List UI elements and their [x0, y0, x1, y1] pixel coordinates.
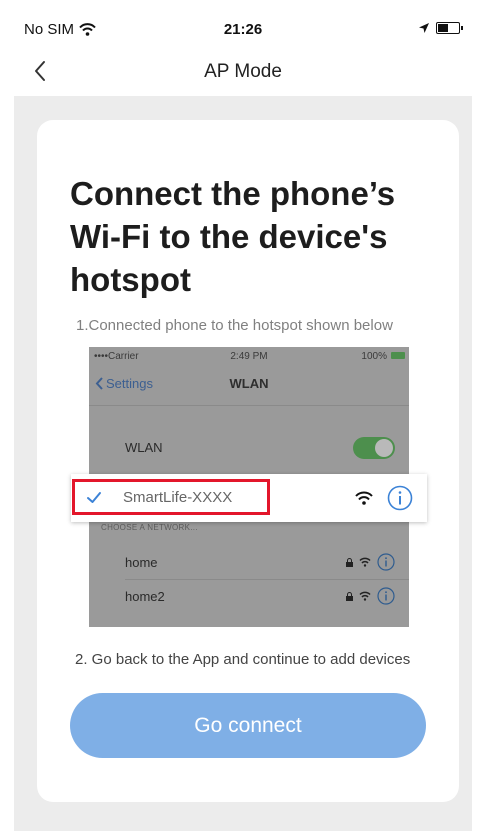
- phone-screen: No SIM 21:26 AP Mode Connect the phone’s…: [14, 12, 472, 831]
- status-bar: No SIM 21:26: [14, 12, 472, 48]
- wifi-icon: [359, 557, 371, 567]
- illustration-status-bar: ••••Carrier 2:49 PM 100%: [89, 347, 409, 365]
- battery-icon: [436, 22, 463, 34]
- divider: [89, 405, 409, 406]
- nav-bar: AP Mode: [14, 48, 472, 96]
- step2-text: 2. Go back to the App and continue to ad…: [75, 651, 411, 668]
- info-icon: [387, 485, 413, 511]
- wifi-icon: [359, 591, 371, 601]
- network-name: home2: [125, 589, 165, 604]
- divider: [125, 579, 409, 580]
- step1-text: 1.Connected phone to the hotspot shown b…: [76, 317, 393, 334]
- network-row-home: home: [89, 547, 409, 579]
- illustration-battery-text: 100%: [361, 351, 387, 362]
- illustration-wlan-row: WLAN: [89, 431, 409, 465]
- connected-network-icons: [355, 485, 413, 511]
- choose-network-header: CHOOSE A NETWORK...: [101, 523, 198, 532]
- illustration-title: WLAN: [229, 376, 269, 391]
- info-icon: [377, 553, 395, 571]
- instruction-card: Connect the phone’s Wi-Fi to the device'…: [37, 120, 459, 802]
- illustration-nav: Settings WLAN: [89, 365, 409, 405]
- phone-frame: No SIM 21:26 AP Mode Connect the phone’s…: [0, 0, 477, 831]
- network-icons: [346, 553, 395, 571]
- info-icon: [377, 587, 395, 605]
- lock-icon: [346, 591, 353, 601]
- illustration-battery-icon: [391, 352, 405, 359]
- network-name: home: [125, 555, 158, 570]
- location-arrow-icon: [419, 23, 429, 33]
- network-icons: [346, 587, 395, 605]
- wlan-toggle: [353, 437, 395, 459]
- go-connect-button[interactable]: Go connect: [70, 693, 426, 758]
- highlight-box: [72, 479, 270, 515]
- wifi-icon: [355, 491, 373, 505]
- network-row-home2: home2: [89, 581, 409, 613]
- page-title: AP Mode: [204, 61, 282, 82]
- illustration-wlan-label: WLAN: [125, 440, 163, 455]
- wlan-settings-illustration: ••••Carrier 2:49 PM 100% Settings WLAN W…: [71, 347, 427, 627]
- instruction-heading: Connect the phone’s Wi-Fi to the device'…: [70, 175, 396, 298]
- lock-icon: [346, 557, 353, 567]
- status-time: 21:26: [223, 21, 263, 38]
- status-right: [418, 22, 463, 34]
- connected-network-row: SmartLife-XXXX: [71, 474, 427, 522]
